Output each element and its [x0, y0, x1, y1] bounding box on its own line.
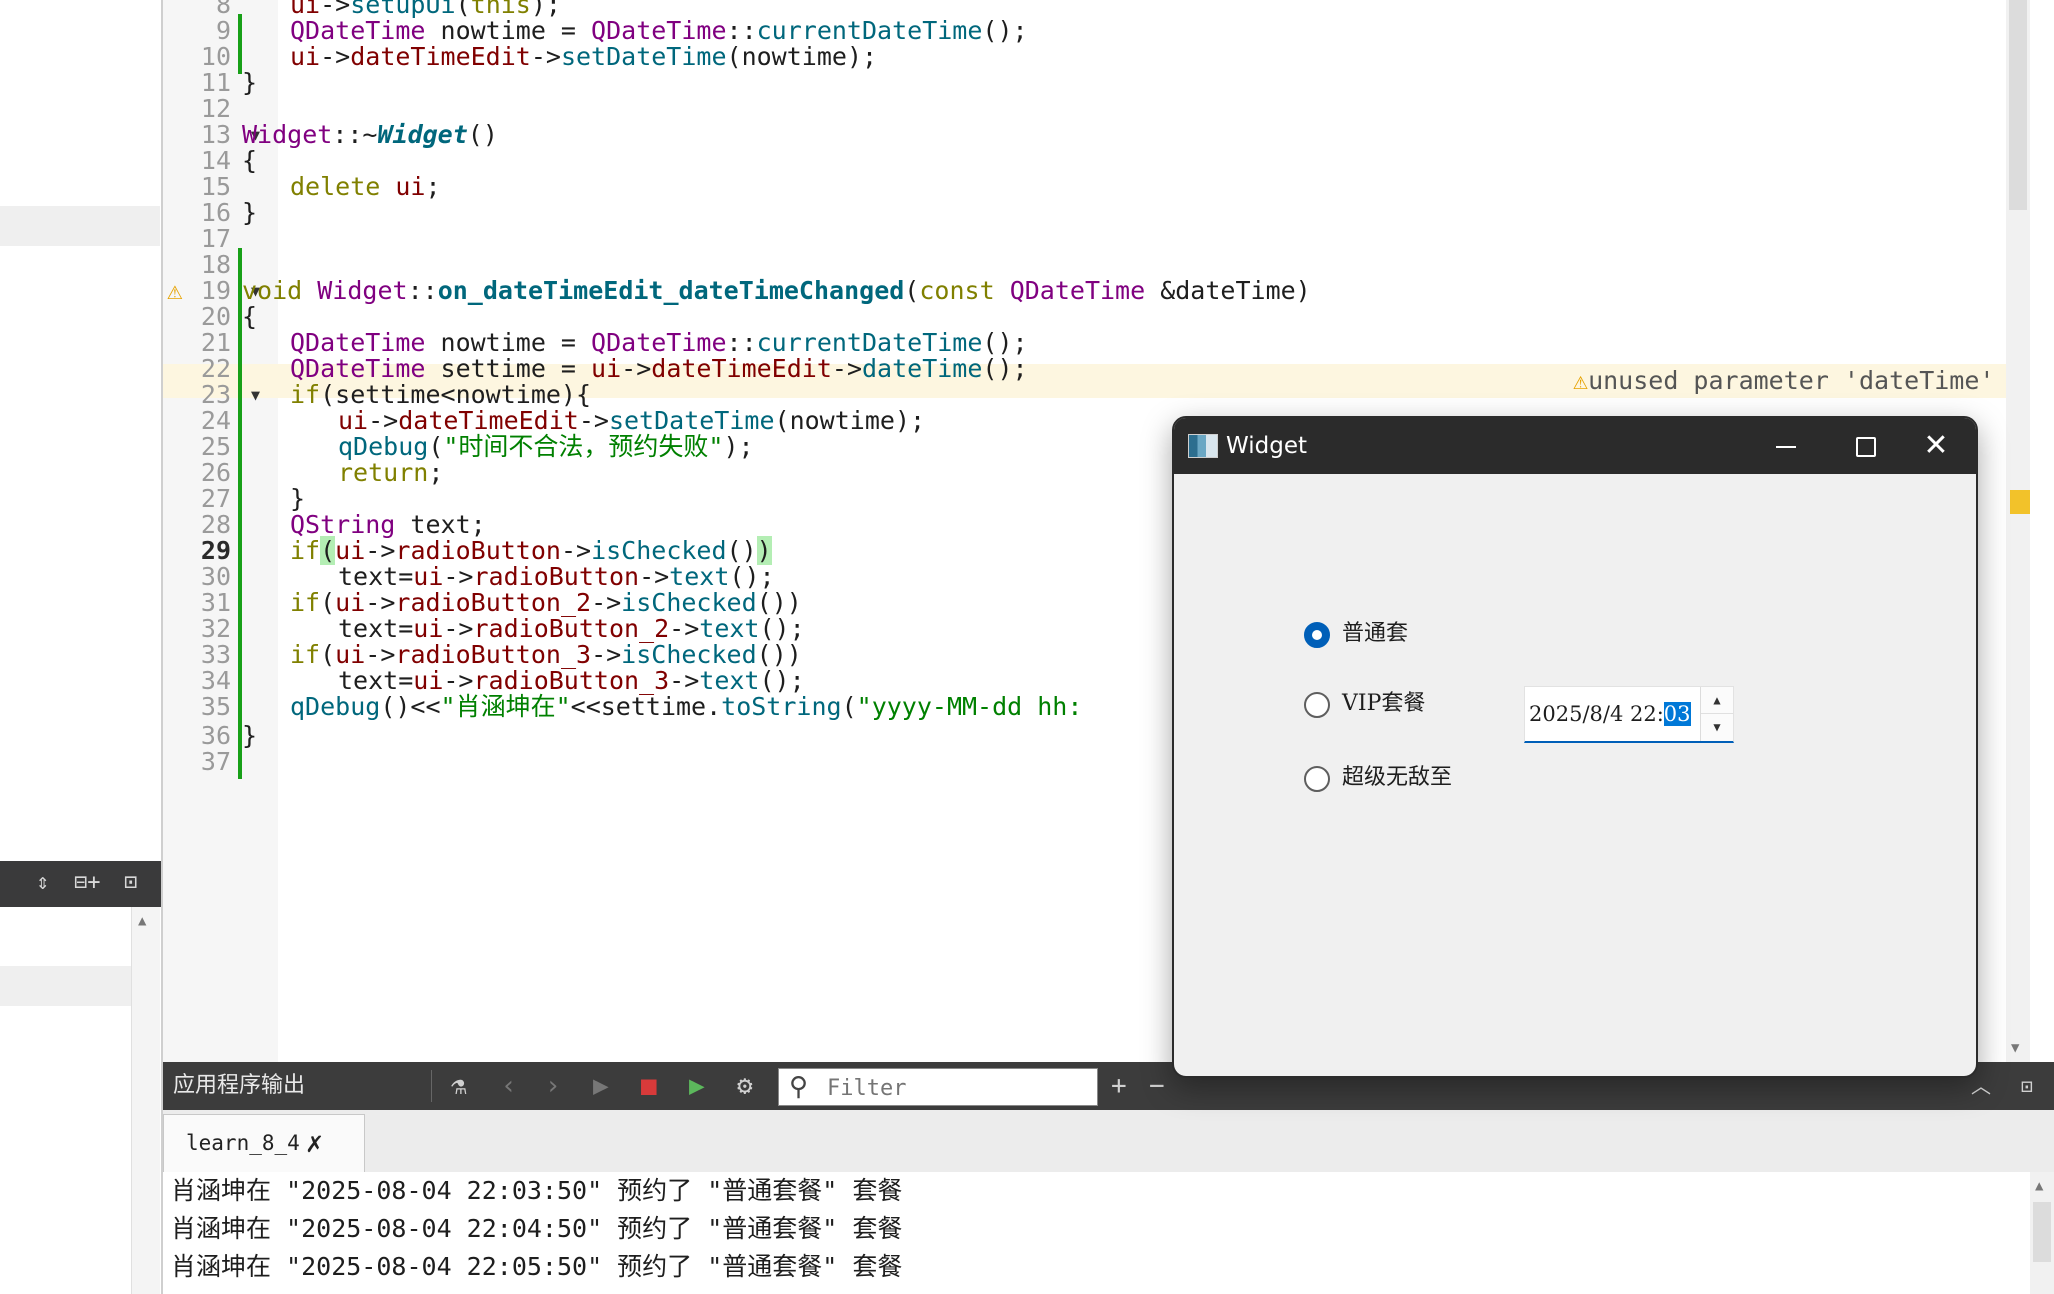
datetime-text[interactable]: 2025/8/4 22:03 [1529, 687, 1691, 741]
maximize-pane-icon[interactable]: ︿ [1971, 1070, 1991, 1102]
window-title: Widget [1226, 433, 1307, 459]
stop-icon[interactable]: ■ [641, 1070, 657, 1102]
radio-indicator[interactable] [1304, 692, 1330, 718]
minimize-icon [1776, 445, 1796, 448]
split-add-icon[interactable]: ⊟+ [74, 869, 101, 897]
scrollbar-thumb[interactable] [2033, 1202, 2051, 1262]
output-tab-label: learn_8_4 [186, 1131, 300, 1155]
minimize-button[interactable] [1746, 418, 1826, 474]
scroll-up-icon[interactable]: ▲ [138, 913, 146, 929]
run-icon[interactable]: ▶ [593, 1070, 609, 1102]
output-line: 肖涵坤在 "2025-08-04 22:04:50" 预约了 "普通套餐" 套餐 [171, 1214, 903, 1243]
next-item-icon[interactable]: › [545, 1070, 561, 1102]
datetime-edit[interactable]: 2025/8/4 22:03 ▲ ▼ [1524, 686, 1734, 743]
toolbar-separator [431, 1070, 432, 1102]
maximize-icon [1856, 436, 1876, 457]
close-panel-icon[interactable]: ⊡ [124, 869, 137, 897]
radio-label[interactable]: 超级无敌至 [1342, 758, 1452, 798]
clean-output-icon[interactable]: ⚗ [451, 1070, 467, 1102]
output-tab[interactable]: learn_8_4 ✗ [163, 1114, 365, 1173]
previous-item-icon[interactable]: ‹ [501, 1070, 517, 1102]
change-marker [238, 745, 242, 779]
scroll-up-icon[interactable]: ▲ [2035, 1178, 2043, 1194]
datetime-value: 2025/8/4 22: [1529, 702, 1664, 726]
output-pane-title[interactable]: 应用程序输出 [173, 1062, 305, 1110]
zoom-out-icon[interactable]: − [1149, 1070, 1165, 1102]
editor-scrollbar[interactable]: ▼ [2006, 0, 2030, 1062]
close-icon: ✕ [1923, 428, 1949, 463]
search-icon: ⚲ [789, 1072, 809, 1102]
close-tab-icon[interactable]: ✗ [306, 1115, 323, 1171]
filter-field[interactable]: ⚲ [778, 1068, 1098, 1106]
warning-scroll-marker [2010, 490, 2030, 514]
scrollbar-thumb[interactable] [2009, 0, 2027, 210]
sidebar-row[interactable] [0, 206, 160, 246]
application-output[interactable]: 肖涵坤在 "2025-08-04 22:03:50" 预约了 "普通套餐" 套餐… [163, 1172, 2030, 1294]
sort-updown-icon[interactable]: ⇕ [36, 869, 49, 897]
scroll-down-icon[interactable]: ▼ [2011, 1040, 2019, 1056]
window-titlebar[interactable]: Widget ✕ [1174, 418, 1976, 474]
sidebar-scrollbar[interactable]: ▲ [131, 907, 160, 1294]
app-icon [1188, 434, 1218, 458]
close-button[interactable]: ✕ [1896, 418, 1976, 474]
maximize-button[interactable] [1826, 418, 1906, 474]
output-line: 肖涵坤在 "2025-08-04 22:05:50" 预约了 "普通套餐" 套餐 [171, 1252, 903, 1281]
radio-label[interactable]: 普通套 [1342, 614, 1408, 654]
spin-down-icon[interactable]: ▼ [1701, 714, 1733, 740]
datetime-selected-section[interactable]: 03 [1663, 702, 1691, 726]
datetime-spin-buttons[interactable]: ▲ ▼ [1700, 687, 1733, 741]
zoom-in-icon[interactable]: + [1111, 1070, 1127, 1102]
warning-text: unused parameter 'dateTime' [1588, 366, 1995, 395]
output-scrollbar[interactable]: ▲ [2030, 1172, 2054, 1294]
close-pane-icon[interactable]: ⊡ [2021, 1070, 2033, 1102]
project-sidebar: ⇕ ⊟+ ⊡ ▲ [0, 0, 162, 1294]
widget-window: Widget ✕ 普通套 VIP套餐 超级无敌至 2025/8/4 22:03 … [1172, 416, 1978, 1078]
spin-up-icon[interactable]: ▲ [1701, 687, 1733, 714]
debug-run-icon[interactable]: ▶ [689, 1070, 705, 1102]
settings-gear-icon[interactable]: ⚙ [737, 1070, 753, 1102]
output-line: 肖涵坤在 "2025-08-04 22:03:50" 预约了 "普通套餐" 套餐 [171, 1176, 903, 1205]
line-number: 37 [200, 747, 231, 776]
radio-indicator[interactable] [1304, 766, 1330, 792]
radio-label[interactable]: VIP套餐 [1342, 684, 1425, 724]
sidebar-toolbar: ⇕ ⊟+ ⊡ [0, 861, 162, 907]
filter-input[interactable] [825, 1073, 1089, 1103]
warning-icon: ⚠ [1573, 366, 1589, 395]
warning-annotation: ⚠unused parameter 'dateTime' [1573, 364, 1994, 398]
radio-indicator[interactable] [1304, 622, 1330, 648]
output-tab-bar: learn_8_4 ✗ [163, 1110, 2054, 1173]
